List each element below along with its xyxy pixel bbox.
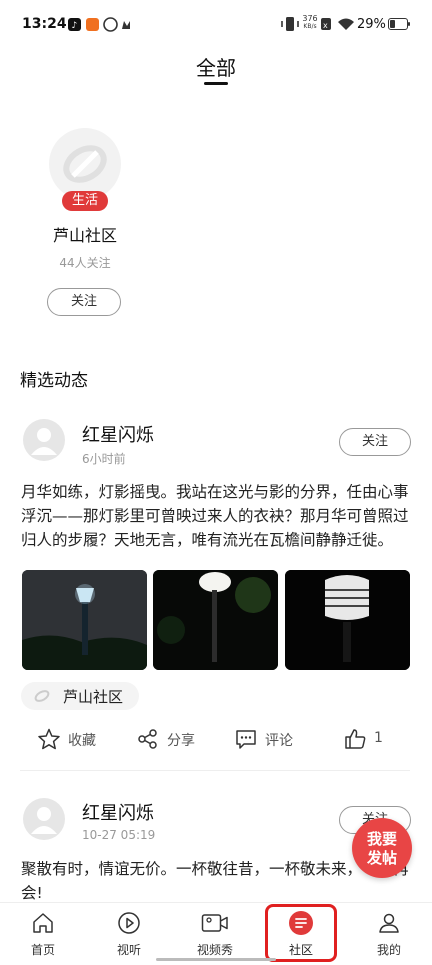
share-label: 分享 [167,733,195,749]
post-time: 6小时前 [82,452,126,466]
avatar[interactable] [23,798,65,840]
community-logo-icon [34,690,50,702]
comment-label: 评论 [265,733,293,749]
nav-video-show[interactable]: 视频秀 [172,903,258,965]
nav-profile[interactable]: 我的 [346,903,432,965]
svg-text:x: x [323,21,328,30]
community-logo-icon [63,145,107,183]
gesture-home-bar[interactable] [156,958,276,961]
star-icon [38,728,60,750]
share-icon [138,729,157,749]
follow-button[interactable]: 关注 [339,428,411,456]
bottom-nav: 首页 视听 视频秀 社区 我的 [0,902,432,965]
tab-indicator [204,82,228,85]
community-category-badge: 生活 [62,191,108,211]
notification-icons: ♪ [68,17,130,32]
post-community-tag[interactable]: 芦山社区 [21,682,139,710]
sim-icon: x [321,18,331,30]
nav-video-show-label: 视频秀 [196,943,233,957]
video-camera-icon [201,914,228,932]
post-author[interactable]: 红星闪烁 [82,421,154,447]
profile-icon [379,913,399,933]
svg-text:♪: ♪ [72,21,78,31]
create-post-label-line1: 我要 [366,830,397,848]
section-title: 精选动态 [20,371,88,391]
post-text[interactable]: 月华如练，灯影摇曳。我站在这光与影的分界，任由心事浮沉——那灯影里可曾映过来人的… [21,480,413,552]
avatar[interactable] [23,419,65,461]
play-icon [118,912,140,934]
post-author[interactable]: 红星闪烁 [82,799,154,825]
nav-profile-label: 我的 [376,943,401,957]
home-icon [33,913,53,933]
battery-icon [388,18,410,30]
nav-audio-video-label: 视听 [116,943,141,957]
post-divider [20,770,410,771]
page-title[interactable]: 全部 [0,52,432,81]
nav-home-label: 首页 [30,943,55,957]
comment-icon [236,730,256,749]
active-tab-highlight [265,904,337,962]
collect-label: 收藏 [68,733,96,749]
nav-home[interactable]: 首页 [0,903,86,965]
community-logo[interactable] [49,128,121,200]
network-speed: 376 KB/s [302,14,318,31]
post-photo-1[interactable] [22,570,147,670]
post-photo-2[interactable] [153,570,278,670]
community-follow-button[interactable]: 关注 [47,288,121,316]
community-name[interactable]: 芦山社区 [28,222,142,246]
vibrate-icon [281,17,299,31]
wifi-icon [338,18,354,30]
status-time: 13:24 [22,16,67,32]
like-count: 1 [374,730,383,746]
nav-audio-video[interactable]: 视听 [86,903,172,965]
thumbs-up-icon [345,729,366,749]
battery-percent: 29% [357,17,386,32]
create-post-button[interactable]: 我要 发帖 [352,818,412,878]
post-photo-3[interactable] [285,570,410,670]
community-followers: 44人关注 [59,256,111,270]
default-avatar-icon [31,428,57,455]
create-post-label-line2: 发帖 [366,849,397,867]
post-community-name: 芦山社区 [63,688,124,706]
post-time: 10-27 05:19 [82,828,156,842]
status-bar: 13:24 ♪ 376 KB/s x 29% [0,0,432,48]
default-avatar-icon [31,807,57,834]
